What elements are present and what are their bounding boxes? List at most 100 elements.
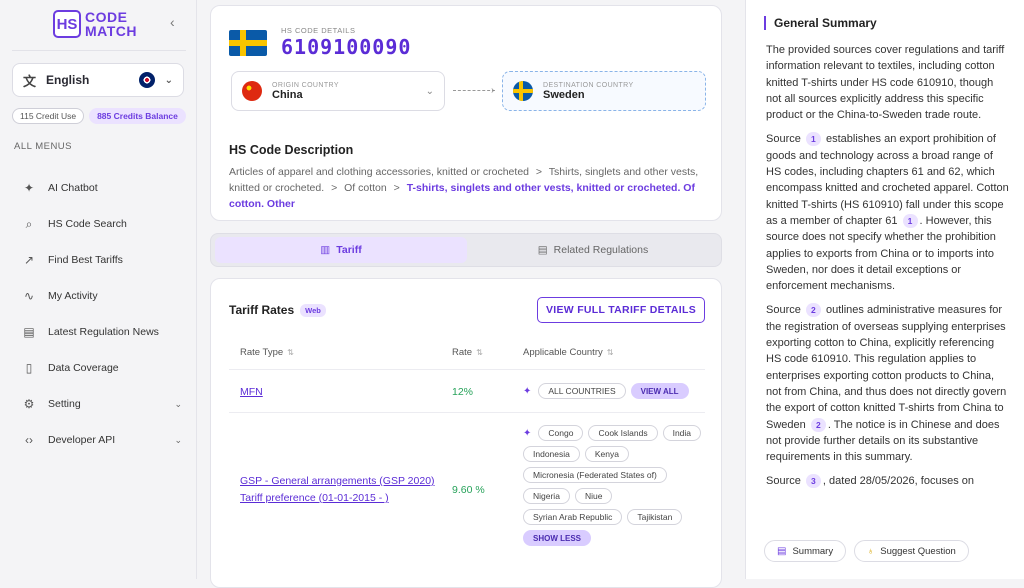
credits-used-badge: 115 Credit Use xyxy=(12,108,85,124)
document-icon: ▤ xyxy=(777,545,787,557)
desc-sep: > xyxy=(535,166,543,178)
hs-code-card: HS CODE DETAILS 6109100090 ORIGIN COUNTR… xyxy=(210,5,722,221)
sidebar-item-latest-regulation-news[interactable]: ▤ Latest Regulation News xyxy=(22,314,182,350)
country-chip: Niue xyxy=(574,488,613,504)
china-flag-icon xyxy=(242,81,262,101)
summary-panel: General Summary The provided sources cov… xyxy=(745,0,1024,579)
sidebar: HS CODE MATCH ‹ 文 English ⌄ 115 Credit U… xyxy=(0,0,197,579)
news-icon: ▤ xyxy=(23,325,35,339)
origin-country-select[interactable]: ORIGIN COUNTRY China ⌄ xyxy=(231,71,445,111)
rate-type-link-mfn[interactable]: MFN xyxy=(240,386,263,398)
desc-part: Of cotton xyxy=(344,182,387,194)
divider xyxy=(229,412,705,413)
source-word: Source xyxy=(766,475,801,488)
sidebar-item-find-best-tariffs[interactable]: ↗ Find Best Tariffs xyxy=(22,242,182,278)
pulse-icon: ∿ xyxy=(23,289,35,303)
sidebar-item-data-coverage[interactable]: ▯ Data Coverage xyxy=(22,350,182,386)
summary-text: , dated 28/05/2026, focuses on xyxy=(822,475,974,488)
destination-country-select[interactable]: DESTINATION COUNTRY Sweden xyxy=(502,71,706,111)
summary-paragraph: Source 3, dated 28/05/2026, focuses on xyxy=(766,473,1010,489)
hs-code-label: HS CODE DETAILS xyxy=(281,26,356,35)
desc-part: Articles of apparel and clothing accesso… xyxy=(229,166,529,178)
sidebar-item-label: Data Coverage xyxy=(48,362,119,374)
view-full-tariff-button[interactable]: VIEW FULL TARIFF DETAILS xyxy=(537,297,705,323)
view-all-button[interactable]: VIEW ALL xyxy=(630,383,689,399)
web-badge: Web xyxy=(300,303,326,317)
sidebar-item-hs-code-search[interactable]: ⌕ HS Code Search xyxy=(22,206,182,242)
col-applicable-country[interactable]: Applicable Country ⇅ xyxy=(523,347,613,358)
sort-icon: ⇅ xyxy=(606,348,614,357)
sidebar-item-label: My Activity xyxy=(48,290,98,302)
summary-button[interactable]: ▤ Summary xyxy=(764,540,847,562)
tariff-rates-card: Tariff Rates Web VIEW FULL TARIFF DETAIL… xyxy=(210,278,722,588)
country-chips: ✦ ALL COUNTRIES VIEW ALL xyxy=(523,383,713,399)
sidebar-item-label: HS Code Search xyxy=(48,218,127,230)
country-chip: Cook Islands xyxy=(588,425,658,441)
destination-value: Sweden xyxy=(543,88,585,101)
sidebar-menu: ✦ AI Chatbot ⌕ HS Code Search ↗ Find Bes… xyxy=(22,170,182,458)
credits-balance-badge: 885 Credits Balance xyxy=(89,108,186,124)
desc-sep: > xyxy=(331,182,338,194)
sidebar-item-my-activity[interactable]: ∿ My Activity xyxy=(22,278,182,314)
language-label: English xyxy=(46,73,90,87)
summary-paragraph: Source 2 outlines administrative measure… xyxy=(766,302,1010,465)
tab-related-regulations[interactable]: ▤ Related Regulations xyxy=(467,237,719,263)
sidebar-item-developer-api[interactable]: ‹› Developer API ⌄ xyxy=(22,422,182,458)
col-rate-type[interactable]: Rate Type ⇅ xyxy=(240,347,294,358)
hs-code-value: 6109100090 xyxy=(281,35,412,59)
logo-mark: HS xyxy=(53,10,81,38)
chevron-down-icon: ⌄ xyxy=(425,85,434,97)
sidebar-item-label: Find Best Tariffs xyxy=(48,254,123,266)
tab-tariff[interactable]: ▥ Tariff xyxy=(215,237,467,263)
sidebar-item-ai-chatbot[interactable]: ✦ AI Chatbot xyxy=(22,170,182,206)
country-chip: India xyxy=(662,425,702,441)
summary-paragraph: Source 1 establishes an export prohibiti… xyxy=(766,131,1010,294)
sort-icon: ⇅ xyxy=(287,348,294,357)
logo[interactable]: HS CODE MATCH xyxy=(53,10,137,38)
tariff-rates-title: Tariff Rates xyxy=(229,303,295,317)
sweden-flag-icon xyxy=(229,29,267,56)
language-selector[interactable]: 文 English ⌄ xyxy=(12,63,184,97)
divider xyxy=(12,50,186,51)
translate-icon: 文 xyxy=(23,73,37,89)
sidebar-item-label: Setting xyxy=(48,398,81,410)
divider xyxy=(229,369,705,370)
sidebar-item-label: Latest Regulation News xyxy=(48,326,159,338)
search-icon: ⌕ xyxy=(25,216,33,231)
rate-value: 9.60 % xyxy=(452,484,485,496)
origin-label: ORIGIN COUNTRY xyxy=(272,81,339,89)
source-ref-badge[interactable]: 1 xyxy=(902,213,918,228)
document-icon: ▯ xyxy=(25,361,33,375)
collapse-sidebar-icon[interactable]: ‹ xyxy=(170,14,175,30)
logo-line1: CODE xyxy=(85,9,128,25)
sidebar-item-setting[interactable]: ⚙ Setting ⌄ xyxy=(22,386,182,422)
sidebar-item-label: Developer API xyxy=(48,434,116,446)
source-ref-badge[interactable]: 1 xyxy=(805,132,821,147)
country-chip: Nigeria xyxy=(523,488,570,504)
col-rate[interactable]: Rate ⇅ xyxy=(452,347,483,358)
rate-type-link-gsp[interactable]: GSP - General arrangements (GSP 2020) Ta… xyxy=(240,473,440,507)
origin-value: China xyxy=(272,88,303,101)
sort-icon: ⇅ xyxy=(476,348,483,357)
country-chip: Kenya xyxy=(584,446,629,462)
country-chip: Tajikistan xyxy=(627,509,683,525)
sweden-flag-icon xyxy=(513,81,533,101)
route-arrow xyxy=(453,90,495,91)
destination-label: DESTINATION COUNTRY xyxy=(543,81,634,89)
code-icon: ‹› xyxy=(25,433,33,447)
source-ref-badge[interactable]: 2 xyxy=(810,417,826,432)
tab-label: Related Regulations xyxy=(553,244,649,256)
summary-text: establishes an export prohibition of goo… xyxy=(766,133,1009,227)
tariff-icon: ▥ xyxy=(320,244,331,256)
suggest-question-button[interactable]: ♁ Suggest Question xyxy=(854,540,969,562)
trend-icon: ↗ xyxy=(23,253,35,267)
source-ref-badge[interactable]: 3 xyxy=(805,474,821,489)
chevron-down-icon: ⌄ xyxy=(164,74,173,86)
source-ref-badge[interactable]: 2 xyxy=(805,303,821,318)
logo-line2: MATCH xyxy=(85,23,138,39)
tab-label: Tariff xyxy=(336,244,362,256)
sparkle-icon: ✦ xyxy=(523,385,532,397)
country-chip: Syrian Arab Republic xyxy=(523,509,623,525)
arrow-right-icon: › xyxy=(491,85,495,96)
show-less-button[interactable]: SHOW LESS xyxy=(523,530,592,546)
